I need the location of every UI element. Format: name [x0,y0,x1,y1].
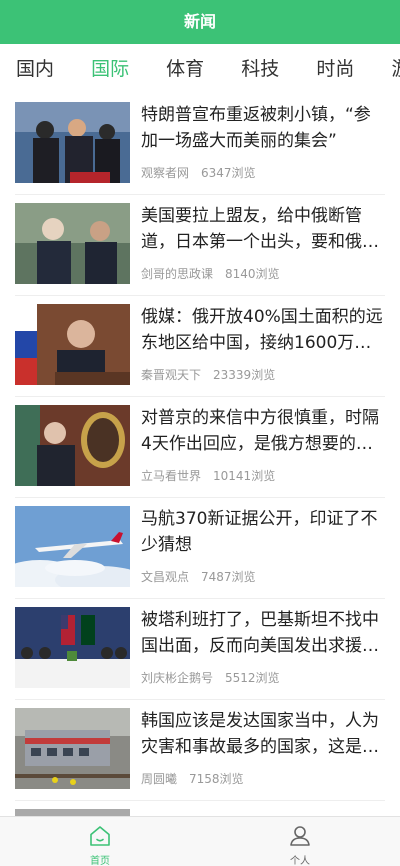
news-source: 刘庆彬企鹅号 [141,671,214,685]
news-source: 观察者网 [141,166,190,180]
news-views: 10141浏览 [213,469,276,483]
nav-profile-label: 个人 [290,856,310,866]
news-title: 俄媒：俄开放40%国土面积的远东地区给中国，接纳1600万中国人 [141,307,383,353]
list-item[interactable]: 被塔利班打了，巴基斯坦不找中国出面，反而向美国发出求援信号 刘庆彬企鹅号 5512… [15,599,385,700]
news-title: 韩国应该是发达国家当中，人为灾害和事故最多的国家，这是为何 [141,711,379,757]
news-source: 秦晋观天下 [141,368,202,382]
news-title: 特朗普宣布重返被刺小镇，“参加一场盛大而美丽的集会” [141,105,371,151]
news-title: 对普京的来信中方很慎重，时隔4天作出回应，是俄方想要的答案吗 [141,408,379,454]
news-source: 剑哥的思政课 [141,267,214,281]
news-thumbnail [15,203,130,284]
news-thumbnail [15,607,130,688]
user-icon [290,826,310,846]
news-views: 5512浏览 [225,671,280,685]
news-meta: 周圆曦 7158浏览 [141,770,244,787]
nav-home-label: 首页 [90,856,110,866]
page-title: 新闻 [0,0,400,44]
news-thumbnail [15,809,130,816]
news-views: 7487浏览 [201,570,256,584]
news-thumbnail [15,102,130,183]
list-item[interactable]: 特朗普宣布重返被刺小镇，“参加一场盛大而美丽的集会” 观察者网 6347浏览 [15,94,385,195]
news-thumbnail [15,304,130,385]
news-source: 周圆曦 [141,772,178,786]
list-item[interactable]: 对普京的来信中方很慎重，时隔4天作出回应，是俄方想要的答案吗 立马看世界 1014… [15,397,385,498]
news-meta: 文昌观点 7487浏览 [141,568,256,585]
news-meta: 剑哥的思政课 8140浏览 [141,265,280,282]
news-views: 7158浏览 [189,772,244,786]
nav-home[interactable]: 首页 [0,817,200,866]
list-item[interactable]: 韩国应该是发达国家当中，人为灾害和事故最多的国家，这是为何 周圆曦 7158浏览 [15,700,385,801]
nav-profile[interactable]: 个人 [200,817,400,866]
tab-domestic[interactable]: 国内 [0,44,70,94]
news-list: 特朗普宣布重返被刺小镇，“参加一场盛大而美丽的集会” 观察者网 6347浏览 美国… [0,94,400,816]
news-title: 被塔利班打了，巴基斯坦不找中国出面，反而向美国发出求援信号 [141,610,379,656]
news-views: 8140浏览 [225,267,280,281]
list-item[interactable]: 俄媒：俄开放40%国土面积的远东地区给中国，接纳1600万中国人 秦晋观天下 23… [15,296,385,397]
news-app: 新闻 国内 国际 体育 科技 时尚 游戏 特 [0,0,400,866]
news-views: 6347浏览 [201,166,256,180]
list-item[interactable]: 美国要拉上盟友，给中俄断管道，日本第一个出头，要和俄方划清界限 剑哥的思政课 81… [15,195,385,296]
news-meta: 刘庆彬企鹅号 5512浏览 [141,669,280,686]
home-icon [90,826,110,846]
tab-fashion[interactable]: 时尚 [300,44,370,94]
category-tabs: 国内 国际 体育 科技 时尚 游戏 [0,44,400,94]
tab-games[interactable]: 游戏 [375,44,400,94]
news-thumbnail [15,506,130,587]
news-source: 文昌观点 [141,570,190,584]
tab-sports[interactable]: 体育 [150,44,220,94]
news-meta: 秦晋观天下 23339浏览 [141,366,275,383]
news-source: 立马看世界 [141,469,202,483]
news-thumbnail [15,405,130,486]
tab-international[interactable]: 国际 [75,44,145,94]
news-views: 23339浏览 [213,368,276,382]
bottom-nav: 首页 个人 [0,816,400,866]
list-item[interactable]: 马航370新证据公开，印证了不少猜想 文昌观点 7487浏览 [15,498,385,599]
news-thumbnail [15,708,130,789]
list-item[interactable] [15,801,385,816]
news-meta: 立马看世界 10141浏览 [141,467,275,484]
tab-tech[interactable]: 科技 [225,44,295,94]
news-title: 美国要拉上盟友，给中俄断管道，日本第一个出头，要和俄方划清界限 [141,206,379,252]
news-title: 马航370新证据公开，印证了不少猜想 [141,509,378,555]
news-meta: 观察者网 6347浏览 [141,164,256,181]
